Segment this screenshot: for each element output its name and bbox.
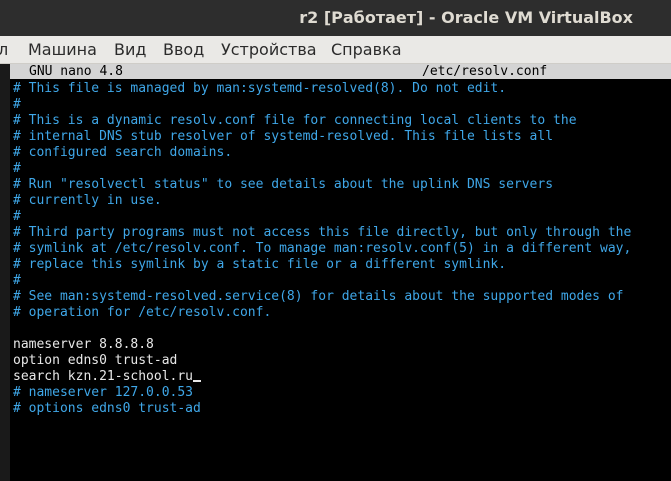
menubar: л Машина Вид Ввод Устройства Справка — [0, 36, 671, 64]
comment-line: # symlink at /etc/resolv.conf. To manage… — [13, 241, 632, 256]
comment-line: # replace this symlink by a static file … — [13, 257, 507, 272]
menu-item-help[interactable]: Справка — [331, 40, 402, 59]
window-titlebar[interactable]: r2 [Работает] - Oracle VM VirtualBox — [0, 0, 671, 36]
comment-line: # currently in use. — [13, 193, 162, 208]
config-line: search kzn.21-school.ru — [13, 369, 202, 385]
comment-line: # options edns0 trust-ad — [13, 401, 201, 416]
config-line: option edns0 trust-ad — [13, 353, 178, 368]
comment-line: # — [13, 209, 21, 224]
vm-screen[interactable]: GNU nano 4.8 /etc/resolv.conf # This fil… — [0, 64, 671, 481]
nano-filename: /etc/resolv.conf — [422, 64, 548, 79]
comment-line: # This is a dynamic resolv.conf file for… — [13, 113, 577, 128]
menu-item-input[interactable]: Ввод — [163, 40, 204, 59]
comment-line: # Third party programs must not access t… — [13, 225, 632, 240]
comment-line: # — [13, 97, 21, 112]
comment-line: # — [13, 161, 21, 176]
comment-line: # internal DNS stub resolver of systemd-… — [13, 129, 554, 144]
config-line: nameserver 8.8.8.8 — [13, 337, 154, 352]
text-cursor — [193, 380, 202, 382]
nano-version: GNU nano 4.8 — [29, 64, 123, 79]
comment-line: # configured search domains. — [13, 145, 233, 160]
comment-line: # nameserver 127.0.0.53 — [13, 385, 194, 400]
screen-left-edge — [0, 64, 10, 481]
comment-line: # This file is managed by man:systemd-re… — [13, 81, 507, 96]
menu-item-view[interactable]: Вид — [114, 40, 146, 59]
comment-line: # See man:systemd-resolved.service(8) fo… — [13, 289, 624, 304]
window-title: r2 [Работает] - Oracle VM VirtualBox — [299, 8, 633, 27]
menu-item-partial[interactable]: л — [0, 40, 8, 59]
comment-line: # operation for /etc/resolv.conf. — [13, 305, 272, 320]
menu-item-machine[interactable]: Машина — [28, 40, 97, 59]
nano-header-bar: GNU nano 4.8 /etc/resolv.conf — [10, 64, 671, 79]
menu-item-devices[interactable]: Устройства — [221, 40, 317, 59]
comment-line: # — [13, 273, 21, 288]
comment-line: # Run "resolvectl status" to see details… — [13, 177, 554, 192]
